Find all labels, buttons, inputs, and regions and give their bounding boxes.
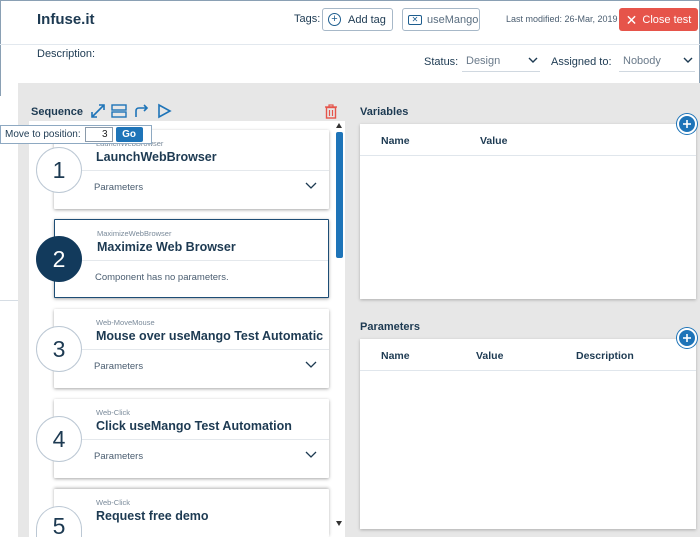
close-icon: ✕ — [625, 11, 638, 28]
step-number-3: 3 — [36, 326, 82, 372]
move-position-input[interactable]: 3 — [84, 127, 113, 142]
move-label: Move to position: — [5, 129, 81, 140]
step-card-4[interactable]: Web-Click Click useMango Test Automation… — [54, 399, 329, 478]
step-number-4: 4 — [36, 416, 82, 462]
step-params-label: Component has no parameters. — [95, 272, 229, 283]
step-divider — [55, 260, 328, 261]
parameters-col-description: Description — [576, 350, 634, 362]
status-label: Status: — [424, 56, 459, 68]
step-params-label: Parameters — [94, 361, 144, 372]
left-divider — [0, 300, 18, 301]
add-tag-label: Add tag — [348, 13, 386, 26]
chevron-down-icon[interactable] — [305, 450, 317, 460]
variables-col-name: Name — [381, 135, 410, 147]
add-variable-button[interactable] — [677, 114, 697, 134]
step-card-5[interactable]: Web-Click Request free demo — [54, 489, 329, 537]
tag-chip-label: useMango — [427, 13, 479, 26]
scrollbar-thumb[interactable] — [336, 132, 343, 258]
trash-icon[interactable] — [324, 104, 338, 119]
variables-title: Variables — [360, 106, 409, 118]
sequence-title: Sequence — [31, 106, 83, 118]
last-modified: Last modified: 26-Mar, 2019 — [506, 14, 618, 24]
parameters-col-value: Value — [476, 350, 504, 362]
parameters-panel: Name Value Description — [360, 339, 696, 529]
assigned-select[interactable]: Nobody — [619, 52, 695, 72]
step-name: Mouse over useMango Test Automatic — [96, 329, 324, 343]
plus-circle-icon: + — [328, 13, 341, 26]
table-header-divider — [360, 155, 696, 156]
add-parameter-button[interactable] — [677, 328, 697, 348]
step-divider — [54, 170, 329, 171]
step-number-1: 1 — [36, 147, 82, 193]
chevron-down-icon[interactable] — [305, 360, 317, 370]
step-divider — [54, 439, 329, 440]
chevron-down-icon[interactable] — [305, 181, 317, 191]
scroll-down-arrow[interactable] — [336, 521, 342, 526]
step-name: Click useMango Test Automation — [96, 419, 292, 433]
step-params-label: Parameters — [94, 182, 144, 193]
step-card-2[interactable]: MaximizeWebBrowser Maximize Web Browser … — [54, 219, 329, 298]
move-to-position-popup: Move to position: 3 Go — [0, 125, 152, 144]
close-test-label: Close test — [642, 13, 692, 26]
description-label: Description: — [37, 48, 96, 60]
expand-icon[interactable] — [90, 103, 106, 119]
step-name: Request free demo — [96, 509, 209, 523]
move-step-icon[interactable] — [134, 103, 150, 119]
step-type: Web-Click — [96, 498, 131, 507]
collapse-rows-icon[interactable] — [111, 103, 127, 119]
play-icon[interactable] — [156, 103, 172, 119]
plus-icon — [683, 334, 691, 342]
step-name: Maximize Web Browser — [97, 240, 236, 254]
assigned-value: Nobody — [623, 55, 661, 67]
plus-icon — [683, 120, 691, 128]
step-number-2: 2 — [36, 236, 82, 282]
close-test-button[interactable]: ✕ Close test — [619, 8, 698, 31]
chevron-down-icon — [528, 57, 538, 63]
left-stripe — [0, 96, 18, 537]
step-card-3[interactable]: Web-MoveMouse Mouse over useMango Test A… — [54, 309, 329, 388]
tag-chip-usemango[interactable]: ✕ useMango — [402, 8, 480, 31]
parameters-title: Parameters — [360, 321, 420, 333]
step-type: Web-Click — [96, 408, 131, 417]
app-title: Infuse.it — [37, 11, 95, 28]
remove-tag-icon[interactable]: ✕ — [408, 14, 422, 25]
add-tag-button[interactable]: + Add tag — [322, 8, 393, 31]
step-params-label: Parameters — [94, 451, 144, 462]
header-divider — [0, 44, 700, 45]
status-select[interactable]: Design — [462, 52, 540, 72]
step-divider — [54, 349, 329, 350]
variables-col-value: Value — [480, 135, 508, 147]
step-name: LaunchWebBrowser — [96, 150, 217, 164]
chevron-down-icon — [683, 57, 693, 63]
step-type: Web-MoveMouse — [96, 318, 155, 327]
status-value: Design — [466, 55, 501, 67]
step-type: MaximizeWebBrowser — [97, 229, 172, 238]
table-header-divider — [360, 370, 696, 371]
scroll-up-arrow[interactable] — [336, 123, 342, 128]
variables-panel: Name Value — [360, 124, 696, 299]
parameters-col-name: Name — [381, 350, 410, 362]
go-button[interactable]: Go — [115, 127, 143, 142]
tags-label: Tags: — [294, 13, 321, 25]
assigned-label: Assigned to: — [551, 56, 612, 68]
